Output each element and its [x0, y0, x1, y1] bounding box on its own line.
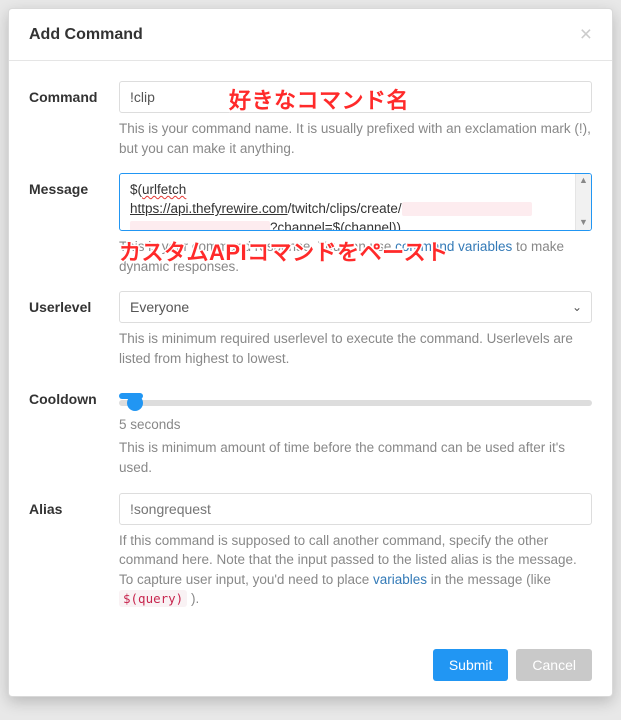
query-code: $(query) [119, 590, 187, 607]
modal-body: Command This is your command name. It is… [9, 61, 612, 634]
cooldown-value: 5 seconds [119, 417, 592, 432]
command-help: This is your command name. It is usually… [119, 119, 592, 158]
modal-footer: Submit Cancel [9, 634, 612, 696]
close-icon[interactable]: × [580, 24, 592, 45]
alias-label: Alias [29, 493, 119, 609]
add-command-modal: Add Command × Command This is your comma… [8, 8, 613, 697]
cooldown-slider[interactable] [119, 400, 592, 406]
message-textarea[interactable]: $(urlfetch https://api.thefyrewire.com/t… [119, 173, 592, 231]
userlevel-row: Userlevel Everyone ⌄ This is minimum req… [29, 291, 592, 368]
cooldown-help: This is minimum amount of time before th… [119, 438, 592, 477]
alias-input[interactable] [119, 493, 592, 525]
cooldown-label: Cooldown [29, 383, 119, 477]
alias-help: If this command is supposed to call anot… [119, 531, 592, 609]
modal-header: Add Command × [9, 9, 612, 61]
userlevel-select[interactable]: Everyone [119, 291, 592, 323]
modal-title: Add Command [29, 26, 143, 44]
message-help: This is your command response. You can u… [119, 237, 592, 276]
variables-link[interactable]: variables [373, 572, 427, 587]
command-input[interactable] [119, 81, 592, 113]
userlevel-label: Userlevel [29, 291, 119, 368]
command-row: Command This is your command name. It is… [29, 81, 592, 158]
alias-row: Alias If this command is supposed to cal… [29, 493, 592, 609]
command-label: Command [29, 81, 119, 158]
command-variables-link[interactable]: command variables [395, 239, 512, 254]
message-label: Message [29, 173, 119, 276]
userlevel-help: This is minimum required userlevel to ex… [119, 329, 592, 368]
message-row: Message $(urlfetch https://api.thefyrewi… [29, 173, 592, 276]
submit-button[interactable]: Submit [433, 649, 509, 681]
textarea-scrollbar[interactable]: ▲ ▼ [575, 174, 591, 230]
cancel-button[interactable]: Cancel [516, 649, 592, 681]
cooldown-row: Cooldown 5 seconds This is minimum amoun… [29, 383, 592, 477]
